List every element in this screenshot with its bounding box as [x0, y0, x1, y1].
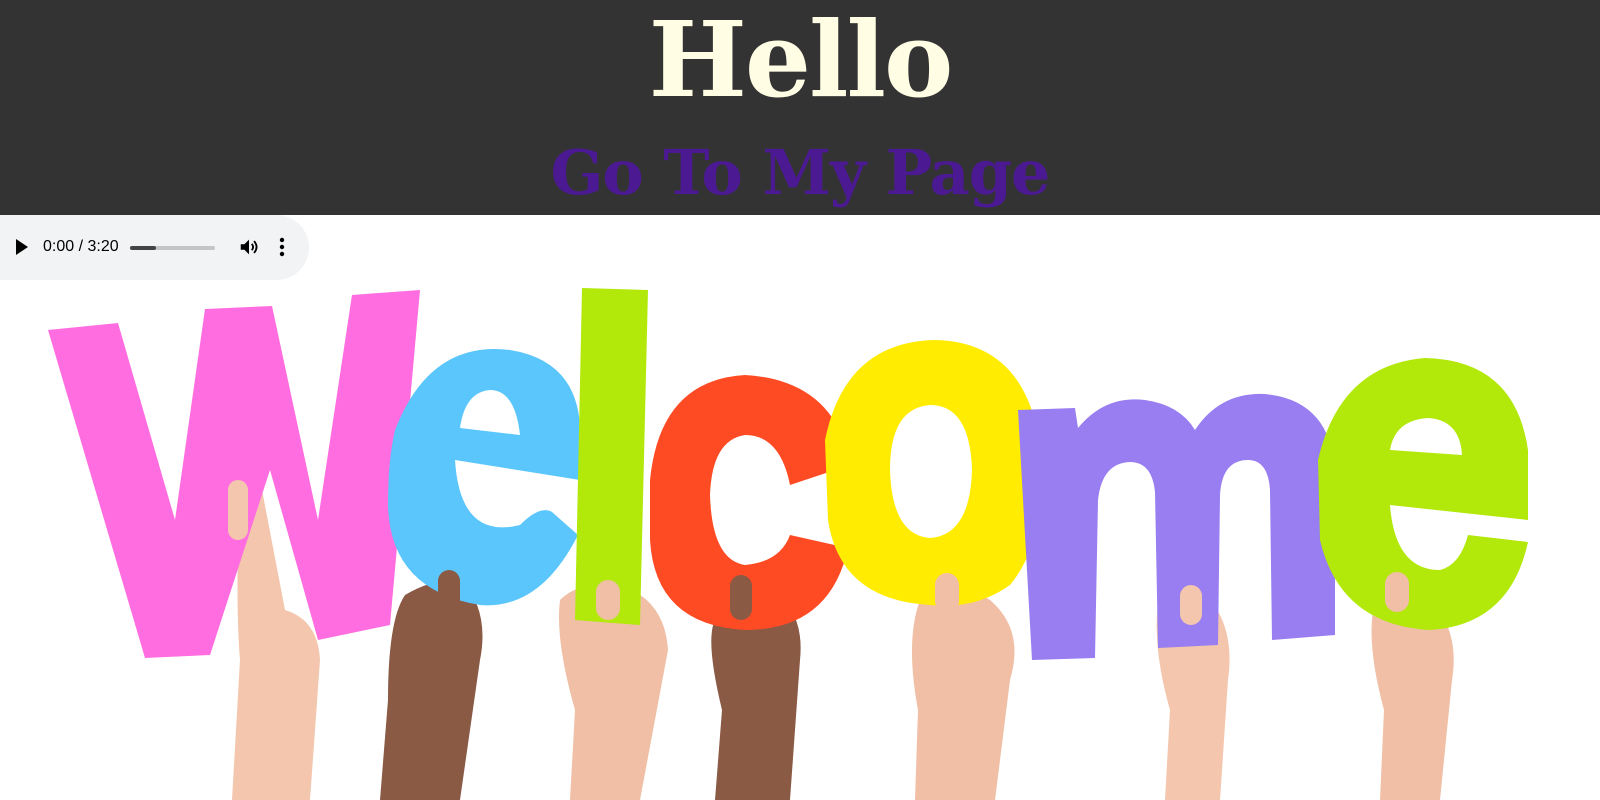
welcome-image	[0, 280, 1600, 800]
time-separator: /	[74, 238, 88, 255]
finger	[438, 570, 460, 625]
audio-buffered-fill	[130, 246, 156, 250]
play-icon[interactable]	[16, 239, 28, 255]
page-header: Hello Go To My Page	[0, 0, 1600, 215]
letter-e	[388, 349, 581, 606]
finger	[1385, 572, 1409, 612]
letter-m	[1018, 393, 1335, 660]
finger	[596, 580, 620, 620]
finger	[1180, 585, 1202, 625]
finger	[730, 575, 752, 620]
current-time: 0:00	[43, 238, 75, 255]
letter-o	[825, 340, 1042, 606]
volume-icon[interactable]	[238, 236, 260, 258]
letter-w	[48, 290, 420, 658]
finger	[935, 573, 959, 613]
duration: 3:20	[87, 238, 119, 255]
go-to-my-page-link[interactable]: Go To My Page	[0, 136, 1600, 210]
hand	[380, 578, 483, 800]
welcome-illustration	[48, 288, 1528, 800]
finger	[228, 480, 248, 540]
letter-e	[1318, 358, 1528, 630]
hand	[911, 590, 1015, 800]
audio-player: 0:00 / 3:20	[0, 215, 309, 280]
page-title: Hello	[648, 0, 954, 121]
audio-progress-bar[interactable]	[130, 246, 215, 250]
audio-time-display: 0:00 / 3:20	[43, 237, 119, 257]
more-options-icon[interactable]	[274, 236, 290, 258]
letter-l	[575, 288, 648, 625]
